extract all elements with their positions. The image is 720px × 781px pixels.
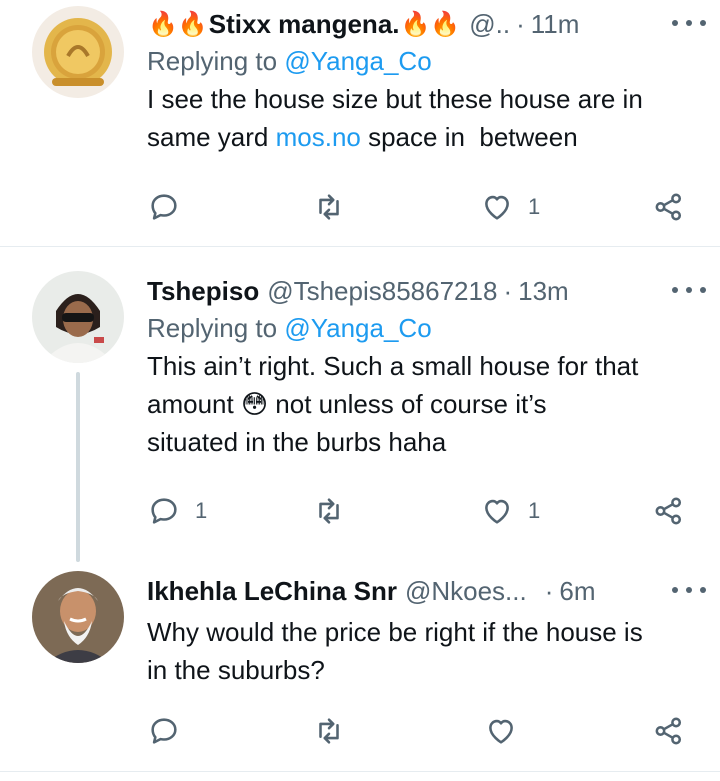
tweet-header: Tshepiso @Tshepis85867218 · 13m (147, 273, 706, 309)
avatar[interactable] (32, 6, 124, 98)
timestamp[interactable]: 13m (518, 276, 569, 307)
fire-emoji: 🔥🔥 (148, 10, 208, 38)
action-bar (0, 711, 720, 751)
retweet-button[interactable] (312, 711, 346, 751)
retweet-button[interactable] (312, 187, 346, 227)
replying-to: Replying to @Yanga_Co (147, 42, 706, 80)
fire-emoji: 🔥🔥 (400, 10, 461, 38)
heart-icon (489, 719, 513, 744)
like-button[interactable] (484, 711, 518, 751)
tweet-3[interactable]: Ikhehla LeChina Snr @Nkoes... · 6m Why w… (0, 557, 720, 771)
flushed-face-emoji: 😳 (240, 389, 269, 419)
share-icon (655, 193, 682, 221)
tweet-text-segment: amount (147, 389, 241, 419)
tweet-text-line: Why would the price be right if the hous… (147, 617, 643, 647)
timestamp[interactable]: 11m (531, 9, 580, 40)
more-icon[interactable] (672, 577, 706, 603)
like-count: 1 (528, 194, 541, 219)
tweet-text-line: I see the house size but these house are… (147, 84, 643, 114)
more-icon[interactable] (672, 277, 706, 303)
replying-to: Replying to @Yanga_Co (147, 309, 706, 347)
divider (0, 771, 720, 772)
share-icon (655, 717, 682, 745)
action-bar: 1 1 (0, 491, 720, 531)
mention-link[interactable]: @Yanga_Co (284, 46, 431, 76)
replying-prefix: Replying to (147, 313, 278, 343)
tweet-2[interactable]: Tshepiso @Tshepis85867218 · 13m Replying… (0, 247, 720, 557)
reply-icon (151, 498, 177, 524)
reply-button[interactable] (147, 711, 181, 751)
reply-button[interactable] (147, 187, 181, 227)
tweet-text: This ain’t right. Such a small house for… (147, 347, 706, 461)
retweet-icon (319, 718, 339, 744)
heart-icon (485, 499, 509, 524)
tweet-text: Why would the price be right if the hous… (147, 613, 706, 689)
share-button[interactable] (652, 491, 686, 531)
user-handle[interactable]: @Nkoes... (405, 576, 527, 607)
tweet-text-line: situated in the burbs haha (147, 427, 447, 457)
mention-link[interactable]: @Yanga_Co (284, 313, 431, 343)
retweet-icon (319, 498, 339, 524)
reply-button[interactable]: 1 (147, 491, 207, 531)
reply-icon (151, 718, 177, 744)
heart-icon (485, 195, 509, 220)
share-button[interactable] (652, 187, 686, 227)
like-button[interactable]: 1 (480, 187, 540, 227)
user-handle[interactable]: @.. (469, 9, 510, 40)
action-bar: 1 (0, 187, 720, 227)
timestamp[interactable]: 6m (559, 576, 595, 607)
tweet-text: I see the house size but these house are… (147, 80, 706, 156)
display-name[interactable]: Stixx mangena. (209, 9, 400, 40)
avatar[interactable] (32, 571, 124, 663)
tweet-text-segment: space in between (360, 122, 578, 152)
reply-count: 1 (195, 498, 208, 523)
like-button[interactable]: 1 (480, 491, 540, 531)
tweet-text-line: same yard mos.no space in between (147, 118, 706, 156)
tweet-text-line: amount 😳 not unless of course it’s (147, 385, 706, 423)
like-count: 1 (528, 498, 541, 523)
separator-dot: · (503, 275, 513, 306)
more-icon[interactable] (672, 10, 706, 36)
separator-dot: · (516, 8, 525, 39)
retweet-icon (319, 194, 339, 220)
display-name[interactable]: Tshepiso (147, 276, 259, 307)
separator-dot: · (544, 575, 554, 606)
tweet-text-line: This ain’t right. Such a small house for… (147, 351, 639, 381)
tweet-text-segment: not unless of course it’s (268, 389, 547, 419)
inline-link[interactable]: mos.no (276, 122, 361, 152)
retweet-button[interactable] (312, 491, 346, 531)
tweet-text-line: in the suburbs? (147, 655, 325, 685)
display-name[interactable]: Ikhehla LeChina Snr (147, 576, 397, 607)
share-button[interactable] (652, 711, 686, 751)
tweet-header: Ikhehla LeChina Snr @Nkoes... · 6m (147, 573, 706, 609)
tweet-1[interactable]: 🔥🔥 Stixx mangena. 🔥🔥 @.. · 11m Replying … (0, 0, 720, 246)
share-icon (655, 497, 682, 525)
reply-icon (151, 194, 177, 220)
tweet-text-segment: same yard (147, 122, 276, 152)
replying-prefix: Replying to (147, 46, 278, 76)
tweet-header: 🔥🔥 Stixx mangena. 🔥🔥 @.. · 11m (147, 6, 706, 42)
user-handle[interactable]: @Tshepis85867218 (267, 276, 497, 307)
avatar[interactable] (32, 271, 124, 363)
